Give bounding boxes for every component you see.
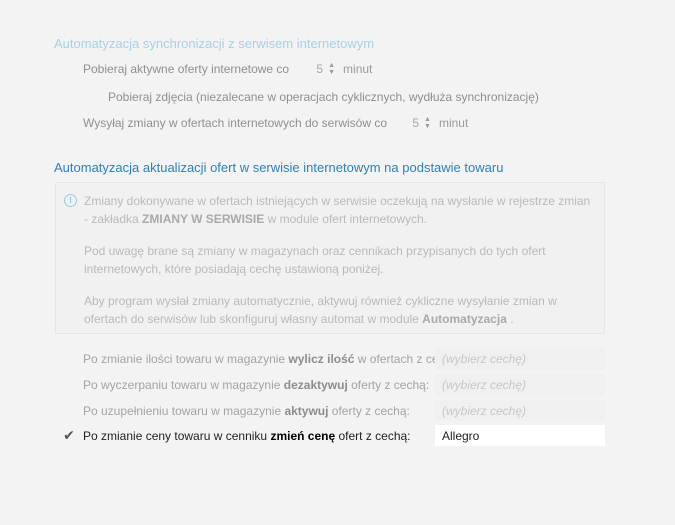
send-changes-interval-spinner[interactable]: 5 ▲ ▼ minut (409, 116, 468, 130)
sync-section-title: Automatyzacja synchronizacji z serwisem … (54, 36, 375, 51)
rule-row-price[interactable]: ✔ Po zmianie ceny towaru w cenniku zmień… (55, 425, 605, 446)
fetch-offers-interval-unit: minut (343, 62, 373, 76)
rule-quantity-label: Po zmianie ilości towaru w magazynie wyl… (83, 351, 462, 366)
send-changes-label: Wysyłaj zmiany w ofertach internetowych … (83, 116, 388, 130)
spinner-arrows-icon[interactable]: ▲ ▼ (424, 116, 431, 130)
fetch-offers-checkbox[interactable] (55, 62, 69, 76)
rule-deactivate-feature-select[interactable]: (wybierz cechę) (435, 374, 605, 395)
rule-price-checkbox[interactable]: ✔ (55, 427, 83, 444)
rule-price-feature-select[interactable]: Allegro (435, 425, 605, 446)
fetch-offers-interval-value: 5 (316, 62, 324, 76)
fetch-images-checkbox[interactable] (80, 90, 94, 104)
info-icon: i (64, 194, 77, 207)
info-panel: i Zmiany dokonywane w ofertach istniejąc… (55, 182, 605, 334)
spinner-arrows-icon[interactable]: ▲ ▼ (328, 62, 335, 76)
rule-row-quantity[interactable]: Po zmianie ilości towaru w magazynie wyl… (55, 348, 605, 369)
rule-deactivate-label: Po wyczerpaniu towaru w magazynie dezakt… (83, 377, 430, 392)
info-paragraph-2: Pod uwagę brane są zmiany w magazynach o… (84, 244, 546, 276)
rule-row-deactivate[interactable]: Po wyczerpaniu towaru w magazynie dezakt… (55, 374, 605, 395)
send-changes-checkbox[interactable] (55, 116, 69, 130)
rule-activate-feature-select[interactable]: (wybierz cechę) (435, 400, 605, 421)
info-paragraph-3: Aby program wysłał zmiany automatycznie,… (84, 294, 557, 326)
send-changes-interval-unit: minut (438, 116, 469, 130)
info-paragraph-1: Zmiany dokonywane w ofertach istniejącyc… (84, 194, 591, 226)
update-section-title: Automatyzacja aktualizacji ofert w serwi… (54, 160, 504, 175)
send-changes-row: Wysyłaj zmiany w ofertach internetowych … (55, 116, 468, 130)
rule-price-label: Po zmianie ceny towaru w cenniku zmień c… (83, 428, 411, 443)
checkmark-icon: ✔ (63, 427, 75, 443)
fetch-offers-row: Pobieraj aktywne oferty internetowe co 5… (55, 62, 372, 76)
fetch-images-label: Pobieraj zdjęcia (niezalecane w operacja… (108, 90, 539, 104)
fetch-offers-label: Pobieraj aktywne oferty internetowe co (83, 62, 290, 76)
fetch-offers-interval-spinner[interactable]: 5 ▲ ▼ minut (313, 62, 372, 76)
rule-activate-label: Po uzupełnieniu towaru w magazynie aktyw… (83, 403, 410, 418)
rule-row-activate[interactable]: Po uzupełnieniu towaru w magazynie aktyw… (55, 400, 605, 421)
fetch-images-row: Pobieraj zdjęcia (niezalecane w operacja… (80, 90, 539, 104)
send-changes-interval-value: 5 (412, 116, 420, 130)
rule-quantity-feature-select[interactable]: (wybierz cechę) (435, 348, 605, 369)
